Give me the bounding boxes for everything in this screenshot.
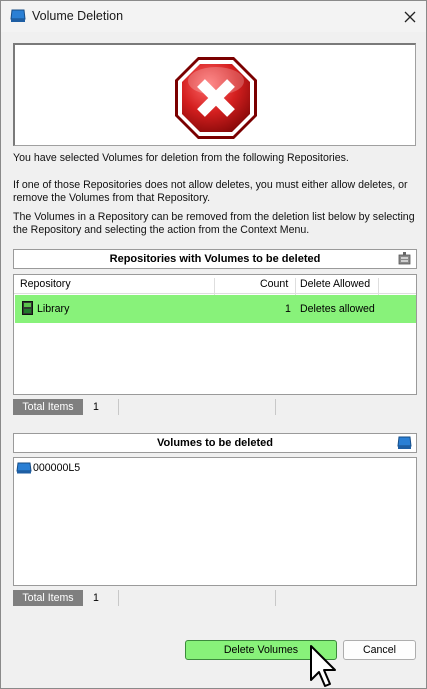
volume-deletion-dialog: Volume Deletion You have selected Volume… xyxy=(0,0,427,689)
volume-icon xyxy=(16,462,32,474)
total-items-value: 1 xyxy=(93,401,99,413)
repositories-status-bar: Total Items 1 xyxy=(13,399,417,415)
repositories-list[interactable]: Repository Count Delete Allowed Library … xyxy=(13,274,417,395)
volume-name: 000000L5 xyxy=(33,462,81,474)
volumes-panel-title: Volumes to be deleted xyxy=(157,437,273,449)
repositories-panel-header: Repositories with Volumes to be deleted xyxy=(13,249,417,269)
total-items-value: 1 xyxy=(93,592,99,604)
volume-icon xyxy=(397,436,412,449)
volumes-panel-header: Volumes to be deleted xyxy=(13,433,417,453)
column-repository[interactable]: Repository xyxy=(20,278,71,290)
table-row[interactable]: Library 1 Deletes allowed xyxy=(15,295,416,323)
status-divider xyxy=(275,399,276,415)
column-count[interactable]: Count xyxy=(260,278,288,290)
repositories-column-header: Repository Count Delete Allowed xyxy=(14,275,416,297)
title-bar[interactable]: Volume Deletion xyxy=(1,1,426,32)
message-line-1: You have selected Volumes for deletion f… xyxy=(13,152,349,164)
delete-allowed-status: Deletes allowed xyxy=(300,303,375,315)
status-divider xyxy=(275,590,276,606)
error-banner xyxy=(13,43,416,146)
list-item[interactable]: 000000L5 xyxy=(16,461,80,475)
repositories-panel-title: Repositories with Volumes to be deleted xyxy=(109,253,321,265)
repository-count: 1 xyxy=(285,303,291,315)
status-divider xyxy=(118,590,119,606)
window-title: Volume Deletion xyxy=(32,9,124,23)
cancel-button[interactable]: Cancel xyxy=(343,640,416,660)
message-line-2: If one of those Repositories does not al… xyxy=(13,179,408,204)
volumes-status-bar: Total Items 1 xyxy=(13,590,417,606)
volume-icon xyxy=(10,9,26,22)
message-line-3: The Volumes in a Repository can be remov… xyxy=(13,211,415,236)
column-delete-allowed[interactable]: Delete Allowed xyxy=(300,278,370,290)
close-icon xyxy=(404,11,416,23)
library-icon xyxy=(22,301,33,315)
mouse-cursor-icon xyxy=(310,645,336,687)
total-items-label: Total Items xyxy=(13,399,83,415)
repository-name: Library xyxy=(37,303,70,315)
robot-icon xyxy=(398,252,411,265)
close-button[interactable] xyxy=(398,6,422,28)
stop-error-icon xyxy=(175,57,257,139)
volumes-list[interactable]: 000000L5 xyxy=(13,457,417,586)
total-items-label: Total Items xyxy=(13,590,83,606)
status-divider xyxy=(118,399,119,415)
